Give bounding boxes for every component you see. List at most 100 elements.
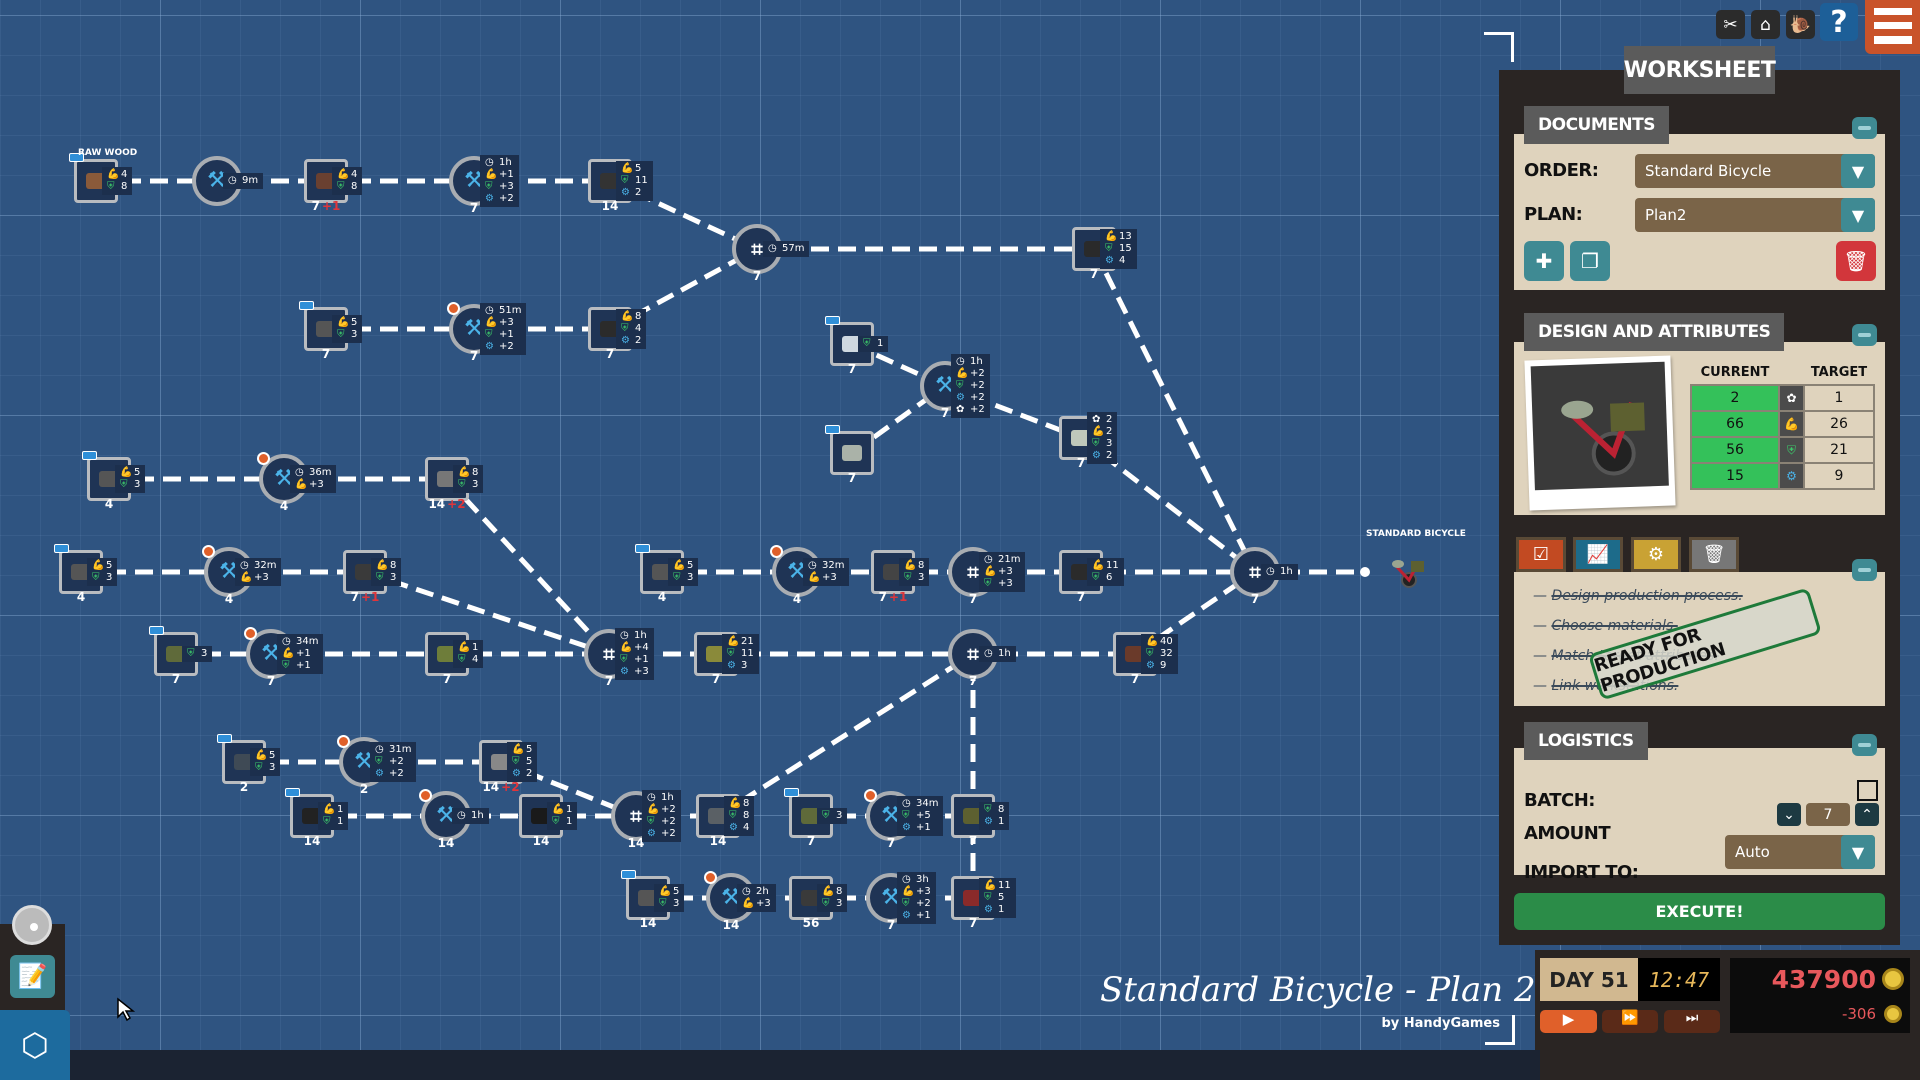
station-node[interactable]: ⚒ 4 ◷ 36m 💪 +3 [257,452,337,513]
item-node[interactable]: 7 ⛨ 3 [149,626,213,686]
amount-increase-button[interactable]: ⌃ [1855,803,1879,826]
gear-icon [202,545,215,558]
item-node[interactable]: 7 +1 💪 8 ⛨ 3 [343,550,402,604]
station-node[interactable]: ⚒ 7 ◷ 1h 💪 +2 ⛨ +2 ⚙ +2 ✿ +2 [920,354,990,420]
station-node[interactable]: ⚒ 7 ◷ 51m 💪 +3 ⛨ +1 ⚙ +2 [447,302,527,363]
current-header: CURRENT [1700,365,1770,380]
collapse-documents-button[interactable] [1852,117,1877,139]
item-node[interactable]: 14 +2 💪 8 ⛨ 3 [425,457,484,511]
station-node[interactable]: ⚒ 4 ◷ 32m 💪 +3 [202,545,282,606]
item-node[interactable]: 7 💪 13 ⛨ 15 ⚙ 4 [1072,227,1137,281]
assembly-node[interactable]: ⌗ 7 ◷ 1h 💪 +4 ⛨ +1 ⚙ +3 [584,628,654,688]
durability-icon: ⛨ [1092,438,1100,449]
item-node[interactable]: 7 💪 8 ⛨ 4 ⚙ 2 [588,307,647,361]
node-stats: 💪 5 ⛨ 3 [332,315,363,343]
new-document-icon: ✚ [1535,249,1553,273]
station-node[interactable]: ⚒ 2 ◷ 31m ⛨ +2 ⚙ +2 [337,735,417,796]
item-node[interactable]: 7 💪 11 ⛨ 5 ⚙ 1 [951,876,1016,930]
item-node[interactable]: 7 ⛨ 1 [825,316,889,376]
fastest-forward-button[interactable]: ⏭ [1664,1010,1720,1033]
delete-plan-button[interactable]: 🗑 [1836,241,1876,281]
tools-button[interactable]: ✂ [1716,10,1745,39]
assembly-node[interactable]: ⌗ 7 ◷ 57m [732,224,810,283]
connection-link[interactable] [716,651,975,819]
tab-trash[interactable]: 🗑 [1689,537,1739,572]
home-button[interactable]: ⌂ [1751,10,1780,39]
tab-statistics[interactable]: 📈 [1573,537,1623,572]
item-node[interactable]: 7 ⛨ 8 ⚙ 1 [951,794,1010,848]
item-node[interactable]: 14 💪 1 ⛨ 1 [285,788,349,848]
item-node[interactable]: 2 💪 5 ⛨ 3 [217,734,281,794]
station-node[interactable]: ⚒ 7 ◷ 1h 💪 +1 ⛨ +3 ⚙ +2 [449,155,519,215]
item-node[interactable]: 14 💪 1 ⛨ 1 [519,794,578,848]
assembly-node[interactable]: ⌗ 14 ◷ 1h 💪 +2 ⛨ +2 ⚙ +2 [611,790,681,850]
item-node[interactable]: 4 💪 5 ⛨ 3 [54,544,118,604]
item-node[interactable]: 56 💪 8 ⛨ 3 [789,876,848,930]
station-node[interactable]: ⚒ 14 ◷ 2h 💪 +3 [704,871,776,932]
item-node[interactable]: 7 +1 💪 4 ⛨ 8 [304,159,363,213]
notes-button[interactable]: 📝 [10,955,55,998]
strength-icon: 💪 [822,886,835,897]
item-node[interactable]: 14 +2 💪 5 ⛨ 5 ⚙ 2 [479,740,538,794]
item-node[interactable]: 7 💪 1 ⛨ 4 [425,632,484,686]
help-button[interactable]: ? [1820,3,1858,41]
stat-value: 57m [782,243,805,254]
order-dropdown[interactable]: Standard Bicycle ▼ [1635,154,1875,188]
product-label: STANDARD BICYCLE [1366,529,1466,539]
execute-button[interactable]: EXECUTE! [1514,893,1885,930]
import-dropdown[interactable]: Auto ▼ [1725,835,1875,869]
truck-icon [299,301,314,310]
truck-icon [149,626,164,635]
connection-link[interactable] [1091,247,1258,574]
menu-button[interactable] [1865,0,1920,54]
item-node[interactable]: 7 ✿ 2 💪 2 ⛨ 3 ⚙ 2 [1059,412,1118,470]
item-node[interactable]: 💪 4 ⛨ 8 [69,153,133,203]
assembly-node[interactable]: ⌗ 7 ◷ 21m 💪 +3 ⛨ +3 [948,547,1026,606]
item-node[interactable]: 7 💪 5 ⛨ 3 [299,301,363,361]
assembly-node[interactable]: ⌗ 7 ◷ 1h [948,629,1016,688]
play-button[interactable]: ▶ [1540,1010,1597,1033]
plan-dropdown[interactable]: Plan2 ▼ [1635,198,1875,232]
item-node[interactable]: 14 💪 5 ⛨ 3 [621,870,685,930]
tab-checklist[interactable]: ☑ [1516,537,1566,572]
station-node[interactable]: ⚒ 14 ◷ 1h [419,789,489,850]
stat-row: ⛨ 3 [92,572,112,584]
fast-forward-button[interactable]: ⏩ [1602,1010,1658,1033]
item-node[interactable]: 4 💪 5 ⛨ 3 [635,544,699,604]
amount-decrease-button[interactable]: ⌄ [1777,803,1801,826]
output-endpoint[interactable] [1360,567,1370,577]
tab-research[interactable]: ⚙ [1631,537,1681,572]
collapse-checklist-button[interactable] [1852,559,1877,581]
item-node[interactable]: 7 💪 40 ⛨ 32 ⚙ 9 [1113,632,1178,686]
item-node[interactable]: 14 💪 8 ⛨ 8 ⚙ 4 [696,794,755,848]
collapse-design-button[interactable] [1852,324,1877,346]
station-node[interactable]: ⚒ 4 ◷ 32m 💪 +3 [770,545,850,606]
stat-row: ⚙ 1 [984,816,1004,828]
node-count: 14 [303,834,321,848]
assembly-node[interactable]: ⌗ 7 ◷ 1h [1230,547,1298,606]
batch-checkbox[interactable] [1857,780,1878,801]
slow-speed-button[interactable]: 🐌 [1786,10,1815,39]
collapse-logistics-button[interactable] [1852,734,1877,756]
stat-row: 💪 +3 [240,572,276,584]
new-plan-button[interactable]: ✚ [1524,241,1564,281]
item-node[interactable]: 7 💪 11 ⛨ 6 [1059,550,1124,604]
item-node[interactable]: 7 ⛨ 3 [784,788,848,848]
item-node[interactable]: 7 💪 21 ⛨ 11 ⚙ 3 [694,632,759,686]
item-node[interactable]: 4 💪 5 ⛨ 3 [82,451,146,511]
stat-value: 1h [1280,566,1293,577]
connection-link[interactable] [364,569,610,657]
copy-plan-button[interactable]: ❐ [1570,241,1610,281]
station-node[interactable]: ⚒ ◷ 9m [192,156,264,206]
stat-row: ⛨ 1 [863,338,883,350]
station-node[interactable]: ⚒ 7 ◷ 3h 💪 +3 ⛨ +2 ⚙ +1 [866,872,936,932]
station-node[interactable]: ⚒ 7 ◷ 34m ⛨ +5 ⚙ +1 [864,789,944,850]
item-node[interactable]: 7 [825,425,874,485]
assembly-icon: ⌗ [1249,560,1261,584]
item-node[interactable]: 14 💪 5 ⛨ 11 ⚙ 2 [588,159,653,213]
speed-dial-icon[interactable] [12,905,52,945]
station-node[interactable]: ⚒ 7 ◷ 34m 💪 +1 ⛨ +1 [244,627,324,688]
item-node[interactable]: 7 +1 💪 8 ⛨ 3 [871,550,930,604]
amount-field[interactable]: 7 [1806,803,1850,826]
blueprint-mode-button[interactable]: ⬡ [0,1010,70,1080]
